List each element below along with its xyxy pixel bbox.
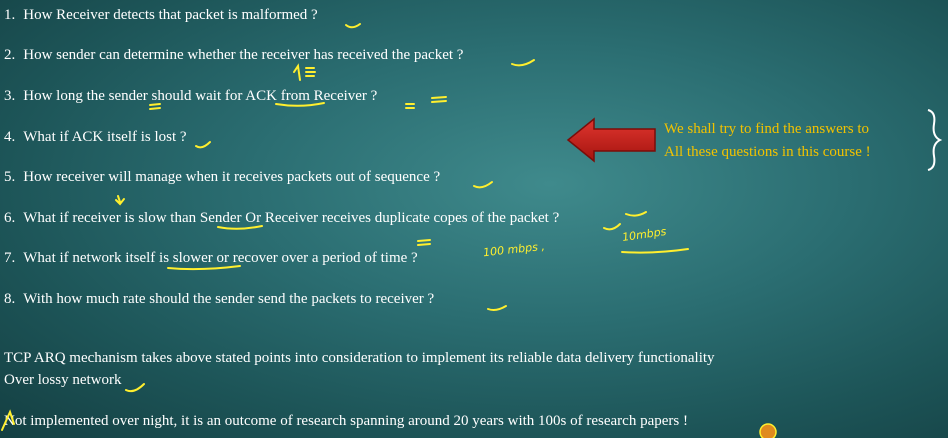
question-3: 3. How long the sender should wait for AC…: [4, 88, 378, 104]
summary-line-3: Not implemented over night, it is an out…: [4, 413, 688, 429]
right-brace-icon: [927, 109, 943, 171]
question-1: 1. How Receiver detects that packet is ma…: [4, 7, 318, 23]
callout-line-1: We shall try to find the answers to: [664, 121, 869, 137]
question-text: How sender can determine whether the rec…: [23, 47, 464, 63]
question-text: How long the sender should wait for ACK …: [23, 88, 378, 104]
question-6: 6. What if receiver is slow than Sender O…: [4, 210, 560, 226]
question-text: How Receiver detects that packet is malf…: [23, 7, 318, 23]
summary-line-2: Over lossy network: [4, 372, 122, 388]
question-text: What if network itself is slower or reco…: [23, 250, 418, 266]
question-5: 5. How receiver will manage when it recei…: [4, 169, 441, 185]
question-4: 4. What if ACK itself is lost ?: [4, 129, 187, 145]
question-2: 2. How sender can determine whether the r…: [4, 47, 464, 63]
callout-text: We shall try to find the answers to All …: [664, 118, 871, 164]
logo-icon: [759, 423, 777, 438]
summary-line-1: TCP ARQ mechanism takes above stated poi…: [4, 350, 715, 366]
question-text: What if ACK itself is lost ?: [23, 129, 187, 145]
handwritten-note-10mbps: 10mbps: [621, 224, 668, 245]
left-arrow-icon: [566, 117, 656, 163]
handwritten-note-100mbps: 100 mbps ,: [482, 239, 546, 260]
question-text: What if receiver is slow than Sender Or …: [23, 210, 560, 226]
question-7: 7. What if network itself is slower or re…: [4, 250, 418, 266]
callout-line-2: All these questions in this course !: [664, 144, 871, 160]
question-8: 8. With how much rate should the sender s…: [4, 291, 435, 307]
question-text: With how much rate should the sender sen…: [23, 291, 435, 307]
question-text: How receiver will manage when it receive…: [23, 169, 441, 185]
